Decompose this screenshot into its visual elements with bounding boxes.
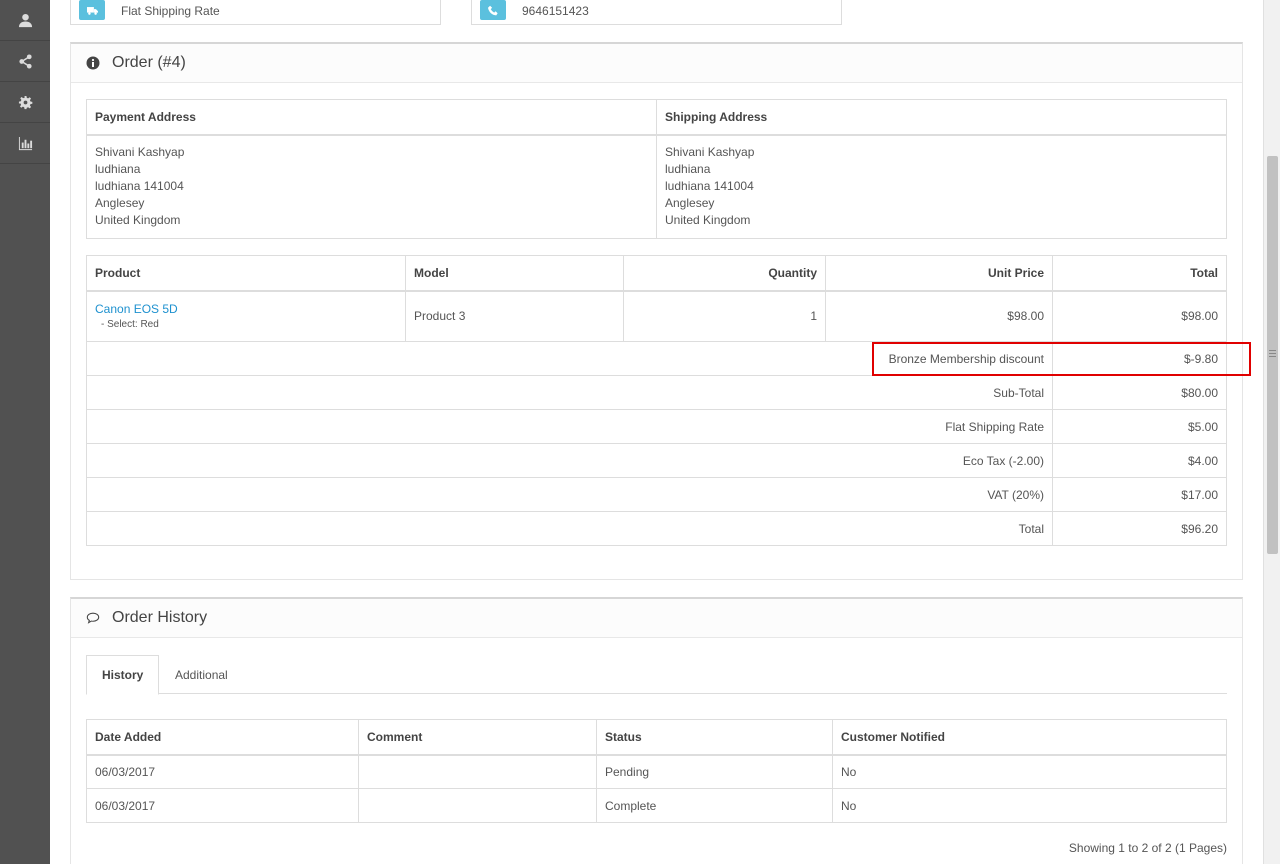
shipping-method-text: Flat Shipping Rate [121, 4, 220, 18]
shipping-address-header: Shipping Address [656, 99, 1227, 136]
totals-label: Sub-Total [86, 375, 1053, 410]
product-column-header: Product [86, 255, 406, 292]
history-tabs: History Additional [86, 655, 1227, 695]
payment-address: Shivani Kashyap ludhiana ludhiana 141004… [86, 134, 657, 239]
sidebar-item-system[interactable] [0, 82, 50, 123]
totals-value: $-9.80 [1052, 341, 1227, 376]
model-cell: Product 3 [405, 290, 624, 342]
totals-row: Total $96.20 [86, 511, 1227, 546]
telephone-card: 9646151423 [471, 0, 842, 25]
totals-label: Eco Tax (-2.00) [86, 443, 1053, 478]
payment-address-header: Payment Address [86, 99, 657, 136]
history-table: Date Added Comment Status Customer Notif… [86, 719, 1227, 823]
sidebar-item-marketing[interactable] [0, 41, 50, 82]
order-panel: Order (#4) Payment Address Shipping Addr… [70, 42, 1251, 580]
notified-cell: No [832, 788, 1227, 823]
status-header: Status [596, 719, 833, 756]
totals-row: Eco Tax (-2.00) $4.00 [86, 443, 1227, 478]
main-content: Flat Shipping Rate 9646151423 Order (#4)… [50, 0, 1263, 864]
table-row: Canon EOS 5D - Select: Red Product 3 1 $… [86, 290, 1227, 342]
date-cell: 06/03/2017 [86, 788, 359, 823]
shipping-address-line: United Kingdom [665, 213, 751, 228]
pagination-text: Showing 1 to 2 of 2 (1 Pages) [1068, 841, 1227, 855]
total-column-header: Total [1052, 255, 1227, 292]
quantity-cell: 1 [623, 290, 826, 342]
totals-row: Bronze Membership discount $-9.80 [86, 341, 1227, 376]
order-panel-title: Order (#4) [112, 54, 186, 71]
payment-address-line: United Kingdom [95, 213, 181, 228]
total-cell: $98.00 [1052, 290, 1227, 342]
totals-label: Bronze Membership discount [86, 341, 1053, 376]
tab-history[interactable]: History [86, 655, 160, 695]
order-history-panel: Order History History Additional Date Ad… [70, 597, 1243, 864]
totals-value: $4.00 [1052, 443, 1227, 478]
model-column-header: Model [405, 255, 624, 292]
order-panel-heading: Order (#4) [71, 44, 1242, 83]
totals-value: $96.20 [1052, 511, 1227, 546]
user-icon [18, 13, 32, 27]
comment-header: Comment [358, 719, 597, 756]
sidebar-item-customers[interactable] [0, 0, 50, 41]
share-icon [18, 53, 32, 69]
shipping-method-icon-box [79, 0, 105, 20]
shipping-address: Shivani Kashyap ludhiana ludhiana 141004… [656, 134, 1227, 239]
totals-value: $17.00 [1052, 477, 1227, 512]
totals-row: Sub-Total $80.00 [86, 375, 1227, 410]
order-history-heading: Order History [71, 599, 1242, 638]
date-added-header: Date Added [86, 719, 359, 756]
telephone-icon-box [480, 0, 506, 20]
status-cell: Complete [596, 788, 833, 823]
gear-icon [18, 95, 32, 109]
left-sidebar [0, 0, 50, 864]
shipping-address-line: Shivani Kashyap [665, 144, 755, 159]
phone-icon [487, 5, 498, 15]
payment-address-line: Shivani Kashyap [95, 144, 185, 159]
status-cell: Pending [596, 754, 833, 789]
shipping-address-line: Anglesey [665, 196, 715, 211]
product-cell: Canon EOS 5D - Select: Red [86, 290, 406, 342]
vertical-scrollbar[interactable] [1263, 0, 1280, 864]
product-link[interactable]: Canon EOS 5D [95, 302, 397, 316]
unit-price-column-header: Unit Price [825, 255, 1053, 292]
comment-icon [86, 611, 100, 625]
address-table: Payment Address Shipping Address Shivani… [86, 99, 1227, 239]
table-row: 06/03/2017 Complete No [86, 788, 1227, 823]
payment-address-line: Anglesey [95, 196, 145, 211]
table-row: 06/03/2017 Pending No [86, 754, 1227, 789]
quantity-column-header: Quantity [623, 255, 826, 292]
order-history-title: Order History [112, 609, 208, 626]
bar-chart-icon [18, 136, 32, 150]
product-table: Product Model Quantity Unit Price Total … [86, 255, 1227, 546]
payment-address-line: ludhiana [95, 161, 141, 176]
date-cell: 06/03/2017 [86, 754, 359, 789]
totals-value: $80.00 [1052, 375, 1227, 410]
totals-label: Total [86, 511, 1053, 546]
info-circle-icon [86, 56, 100, 70]
unit-price-cell: $98.00 [825, 290, 1053, 342]
notified-cell: No [832, 754, 1227, 789]
comment-cell [358, 788, 597, 823]
totals-label: VAT (20%) [86, 477, 1053, 512]
shipping-address-line: ludhiana 141004 [665, 178, 754, 193]
payment-address-line: ludhiana 141004 [95, 178, 184, 193]
customer-notified-header: Customer Notified [832, 719, 1227, 756]
product-option: - Select: Red [101, 319, 159, 331]
totals-row: Flat Shipping Rate $5.00 [86, 409, 1227, 444]
telephone-text: 9646151423 [522, 4, 589, 18]
totals-row: VAT (20%) $17.00 [86, 477, 1227, 512]
totals-value: $5.00 [1052, 409, 1227, 444]
shipping-address-line: ludhiana [665, 161, 711, 176]
totals-label: Flat Shipping Rate [86, 409, 1053, 444]
shipping-method-card: Flat Shipping Rate [70, 0, 441, 25]
comment-cell [358, 754, 597, 789]
truck-icon [86, 6, 98, 15]
scrollbar-grip-icon [1269, 350, 1276, 359]
sidebar-item-reports[interactable] [0, 123, 50, 164]
tab-additional[interactable]: Additional [160, 655, 243, 694]
